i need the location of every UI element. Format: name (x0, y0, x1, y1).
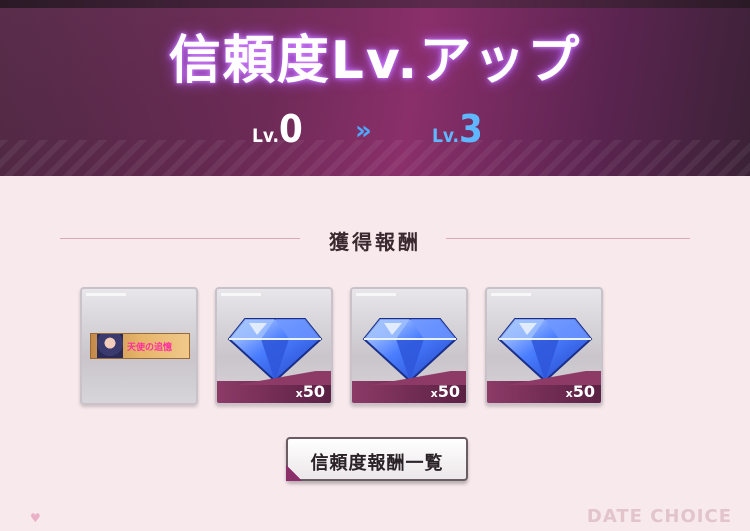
reward-item-gem[interactable]: x50 (350, 287, 468, 405)
heart-icon: ♥ (30, 511, 41, 525)
double-arrow-icon: » (355, 116, 372, 146)
reward-quantity: x50 (430, 382, 460, 401)
title-card-icon: 天使の追憶 (90, 333, 190, 359)
level-from-value: 0 (278, 107, 303, 151)
watermark: DATE CHOICE (586, 506, 732, 527)
level-to-prefix: Lv. (432, 125, 459, 147)
banner-top-stripe (0, 0, 750, 8)
reward-list-button[interactable]: 信頼度報酬一覧 (286, 437, 468, 481)
reward-quantity: x50 (295, 382, 325, 401)
reward-list-button-label: 信頼度報酬一覧 (310, 453, 444, 474)
level-to-value: 3 (458, 107, 483, 151)
rewards-header: 獲得報酬 (60, 224, 690, 254)
reward-item-title-card[interactable]: 天使の追憶 (80, 287, 198, 405)
divider-left (60, 238, 300, 239)
level-from: Lv.0 (252, 110, 303, 148)
level-to: Lv.3 (432, 110, 483, 148)
level-from-prefix: Lv. (252, 125, 279, 147)
title-card-text: 天使の追憶 (127, 343, 173, 353)
page-title: 信頼度Lv.アップ (168, 31, 582, 91)
divider-right (446, 238, 690, 239)
reward-list: 天使の追憶 x50 x50 x50 (80, 287, 610, 407)
reward-quantity: x50 (565, 382, 595, 401)
level-change-row: Lv.0 » Lv.3 (0, 110, 750, 160)
header-banner: 信頼度Lv.アップ Lv.0 » Lv.3 (0, 0, 750, 176)
reward-item-gem[interactable]: x50 (485, 287, 603, 405)
reward-item-gem[interactable]: x50 (215, 287, 333, 405)
character-portrait-icon (97, 334, 123, 358)
rewards-section-title: 獲得報酬 (329, 230, 421, 254)
